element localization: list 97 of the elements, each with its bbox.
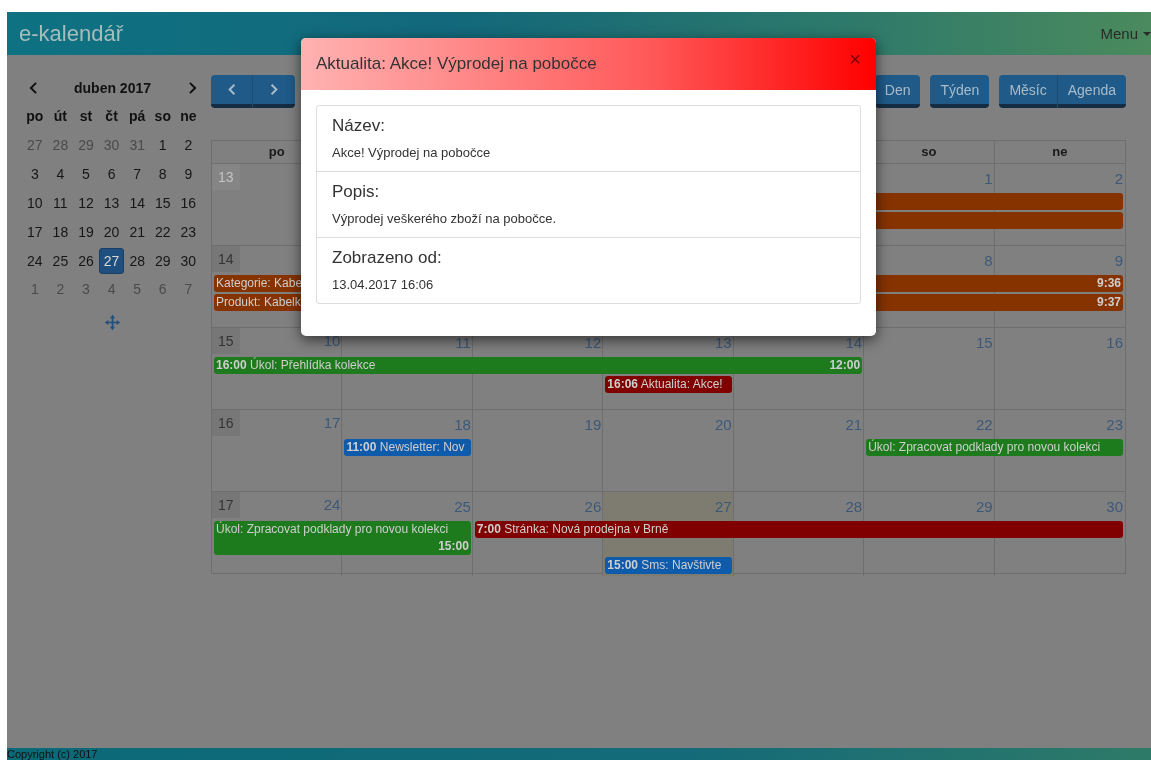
weekday-label: út — [52, 107, 68, 126]
day-number[interactable]: 24 — [323, 492, 341, 515]
day-number[interactable]: 1 — [984, 166, 993, 189]
date-cell[interactable]: 15 — [149, 189, 176, 216]
date-cell[interactable]: 25 — [47, 247, 74, 274]
event-title: 7:00 Stránka: Nová prodejna v Brně — [476, 521, 669, 538]
day-number[interactable]: 9 — [1114, 248, 1123, 271]
date-cell[interactable]: 18 — [47, 218, 74, 245]
day-number[interactable]: 26 — [584, 494, 602, 517]
chevron-left-icon — [227, 83, 236, 96]
day-number[interactable]: 27 — [715, 494, 732, 517]
event-title: Kategorie: Kabe — [216, 275, 303, 292]
calendar-event[interactable]: 7:00 Stránka: Nová prodejna v Brně — [474, 521, 1123, 538]
day-number[interactable]: 20 — [715, 412, 732, 435]
weekday-label: čt — [104, 107, 119, 126]
date-cell[interactable]: 11 — [47, 189, 74, 216]
view-button[interactable]: Týden — [930, 75, 990, 108]
day-number[interactable]: 30 — [1106, 494, 1123, 517]
date-cell[interactable]: 26 — [73, 247, 99, 274]
day-number[interactable]: 25 — [454, 494, 471, 517]
date-cell[interactable]: 12 — [73, 189, 99, 216]
month-title[interactable]: duben 2017 — [74, 80, 151, 96]
chevron-right-icon[interactable] — [187, 82, 197, 94]
footer-text: Copyright (c) 2017 — [7, 748, 1151, 760]
menu-button[interactable]: Menu — [1100, 25, 1151, 42]
view-button[interactable]: Den — [874, 75, 921, 108]
day-number[interactable]: 8 — [984, 248, 993, 271]
date-cell[interactable]: 16 — [175, 189, 202, 216]
date-cell[interactable]: 5 — [73, 161, 99, 188]
chevron-left-icon[interactable] — [28, 82, 38, 94]
date-cell[interactable]: 3 — [22, 161, 48, 188]
date-cell[interactable]: 30 — [175, 247, 202, 274]
field-label: Zobrazeno od: — [332, 247, 443, 269]
week-number[interactable]: 14 — [212, 246, 240, 272]
date-cell[interactable]: 1 — [149, 132, 176, 159]
day-number[interactable]: 19 — [584, 412, 602, 435]
event-end-time: 15:00 — [438, 538, 469, 555]
event-end-time: 9:37 — [1096, 294, 1121, 311]
weekday-label: st — [78, 107, 94, 126]
day-number[interactable]: 2 — [1114, 166, 1123, 189]
date-cell[interactable]: 29 — [149, 247, 176, 274]
date-cell[interactable]: 8 — [149, 161, 176, 188]
date-cell[interactable]: 23 — [175, 218, 202, 245]
date-cell[interactable]: 24 — [22, 247, 48, 274]
event-end-time: 9:36 — [1096, 275, 1121, 292]
date-cell[interactable]: 20 — [98, 218, 125, 245]
event-title: Produkt: Kabelk — [216, 294, 301, 311]
week-number[interactable]: 17 — [212, 492, 240, 518]
event-title: Úkol: Zpracovat podklady pro novou kolekci — [216, 521, 449, 538]
weekday-label: po — [25, 107, 45, 126]
day-number[interactable]: 17 — [323, 410, 341, 433]
event-title: 16:00 Úkol: Přehlídka kolekce — [216, 357, 376, 374]
calendar-event[interactable]: Úkol: Zpracovat podklady pro novou kolekci 15:00 — [214, 521, 471, 555]
date-cell[interactable]: 6 — [98, 161, 125, 188]
week-number[interactable]: 13 — [212, 164, 240, 190]
field-label: Název: — [332, 115, 386, 137]
field-label: Popis: — [332, 181, 381, 203]
date-cell[interactable]: 28 — [124, 247, 150, 274]
date-cell[interactable]: 9 — [175, 161, 202, 188]
day-number[interactable]: 18 — [454, 412, 471, 435]
date-cell[interactable]: 10 — [22, 189, 48, 216]
field-value: Výprodej veškerého zboží na pobočce. — [332, 210, 558, 228]
week-number[interactable]: 16 — [212, 410, 240, 436]
column-header: ne — [1051, 143, 1069, 161]
date-cell[interactable]: 14 — [124, 189, 150, 216]
day-number[interactable]: 28 — [845, 494, 863, 517]
date-cell[interactable]: 27 — [98, 247, 125, 274]
day-number[interactable]: 29 — [975, 494, 993, 517]
modal-title: Aktualita: Akce! Výprodej na pobočce — [316, 54, 597, 74]
close-button[interactable]: × — [849, 49, 861, 69]
event-end-time: 12:00 — [829, 357, 861, 374]
next-button[interactable] — [253, 75, 295, 108]
field-value: 13.04.2017 16:06 — [332, 276, 435, 294]
weekday-label: ne — [179, 107, 198, 126]
calendar-event[interactable]: 16:00 Úkol: Přehlídka kolekce 12:00 — [214, 357, 863, 374]
day-number[interactable]: 16 — [1106, 330, 1123, 353]
day-number[interactable]: 21 — [845, 412, 863, 435]
date-cell[interactable]: 21 — [124, 218, 150, 245]
previous-button[interactable] — [211, 75, 253, 108]
date-cell[interactable]: 22 — [149, 218, 176, 245]
date-cell[interactable]: 7 — [124, 161, 150, 188]
day-number[interactable]: 15 — [975, 330, 993, 353]
chevron-right-icon — [270, 83, 278, 96]
day-number[interactable]: 22 — [975, 412, 993, 435]
week-number[interactable]: 15 — [212, 328, 240, 354]
weekday-label: pá — [128, 107, 147, 126]
weekday-label: so — [153, 107, 172, 126]
view-button[interactable]: Měsíc — [999, 75, 1058, 108]
caret-icon — [1143, 31, 1151, 36]
date-cell[interactable]: 2 — [175, 132, 202, 159]
day-number[interactable]: 23 — [1106, 412, 1123, 435]
view-button[interactable]: Agenda — [1057, 75, 1126, 108]
date-cell[interactable]: 17 — [22, 218, 48, 245]
date-cell[interactable]: 19 — [73, 218, 99, 245]
brand-logo[interactable]: e-kalendář — [7, 20, 123, 47]
date-cell[interactable]: 4 — [47, 161, 74, 188]
date-cell[interactable]: 13 — [98, 189, 125, 216]
